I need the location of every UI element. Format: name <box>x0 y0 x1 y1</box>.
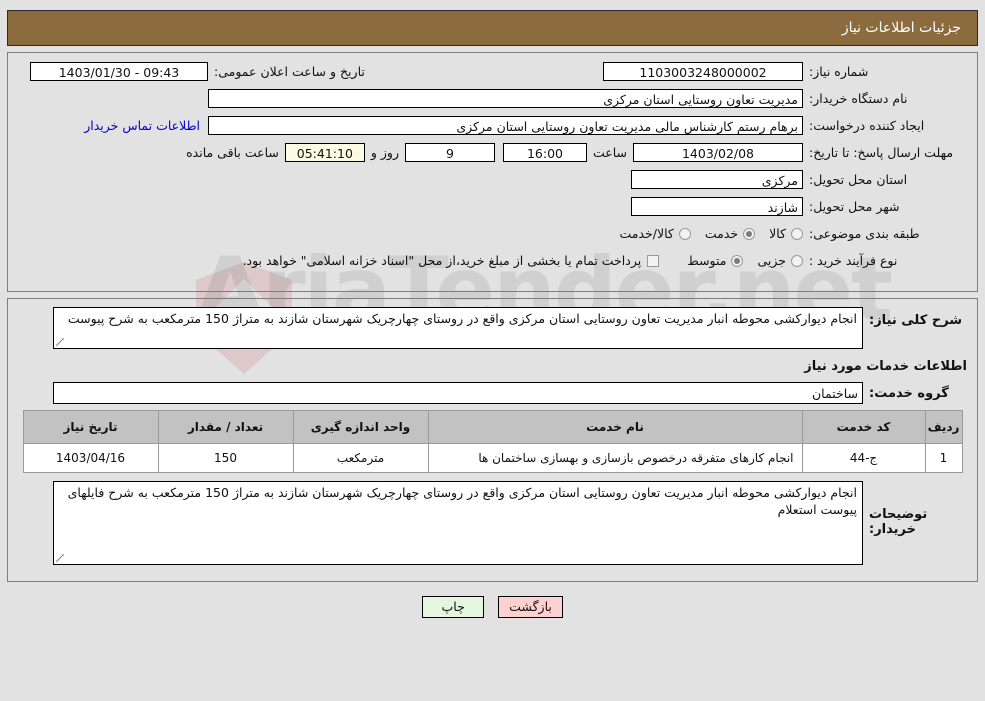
service-group-label: گروه خدمت: <box>869 385 949 401</box>
city-label: شهر محل تحویل: <box>809 199 900 214</box>
col-unit: واحد اندازه گیری <box>292 410 429 444</box>
days-and-label: روز و <box>370 145 399 160</box>
treasury-note-text: پرداخت تمام یا بخشی از مبلغ خرید،از محل … <box>242 253 642 268</box>
category-option-label: خدمت <box>704 226 739 241</box>
action-button-bar: بازگشت چاپ <box>0 596 985 618</box>
page-root: جزئیات اطلاعات نیاز شماره نیاز: 11030032… <box>0 10 985 618</box>
purchase-type-option-label: متوسط <box>687 253 727 268</box>
creator-label: ایجاد کننده درخواست: <box>809 118 925 133</box>
purchase-type-option-jozee[interactable]: جزیی <box>757 253 803 268</box>
service-group-value: ساختمان <box>53 382 863 404</box>
public-announce-label: تاریخ و ساعت اعلان عمومی: <box>214 64 365 79</box>
radio-icon[interactable] <box>791 227 803 240</box>
col-index: ردیف <box>924 410 963 444</box>
need-number-value: 1103003248000002 <box>603 62 803 81</box>
need-info-panel: شماره نیاز: 1103003248000002 تاریخ و ساع… <box>7 52 978 292</box>
services-table: ردیف کد خدمت نام خدمت واحد اندازه گیری ت… <box>22 410 963 473</box>
creator-value: برهام رستم کارشناس مالی مدیریت تعاون روس… <box>208 116 803 135</box>
services-section-title: اطلاعات خدمات مورد نیاز <box>804 359 967 374</box>
page-header: جزئیات اطلاعات نیاز <box>7 10 978 46</box>
row-creator: ایجاد کننده درخواست: برهام رستم کارشناس … <box>18 115 967 136</box>
row-buyer-notes: توضیحات خریدار: انجام دیوارکشی محوطه انب… <box>18 481 967 565</box>
public-announce-value: 1403/01/30 - 09:43 <box>30 62 208 81</box>
page-title: جزئیات اطلاعات نیاز <box>841 20 961 36</box>
purchase-type-radio-group: جزیی متوسط <box>673 253 803 268</box>
countdown-timer: 05:41:10 <box>284 143 365 162</box>
col-quantity: تعداد / مقدار <box>157 410 294 444</box>
category-label: طبقه بندی موضوعی: <box>809 226 920 241</box>
province-value: مرکزی <box>631 170 803 189</box>
row-deadline: مهلت ارسال پاسخ: تا تاریخ: 1403/02/08 سا… <box>18 142 967 163</box>
cell-unit: مترمکعب <box>292 443 429 473</box>
row-province: استان محل تحویل: مرکزی <box>18 169 967 190</box>
row-city: شهر محل تحویل: شازند <box>18 196 967 217</box>
deadline-label: مهلت ارسال پاسخ: تا تاریخ: <box>809 144 954 160</box>
buyer-org-value: مدیریت تعاون روستایی استان مرکزی <box>208 89 803 108</box>
remaining-days-value: 9 <box>404 143 495 162</box>
need-details-panel: شرح کلی نیاز: انجام دیوارکشی محوطه انبار… <box>7 298 978 582</box>
cell-name: انجام کارهای متفرقه درخصوص بازسازی و بهس… <box>427 443 803 473</box>
col-name: نام خدمت <box>427 410 803 444</box>
purchase-type-label: نوع فرآیند خرید : <box>809 253 898 268</box>
city-value: شازند <box>631 197 803 216</box>
purchase-type-option-motavasset[interactable]: متوسط <box>687 253 744 268</box>
category-option-kala[interactable]: کالا <box>769 226 803 241</box>
category-option-label: کالا <box>769 226 786 241</box>
deadline-hour-label: ساعت <box>592 145 627 160</box>
table-row: 1 ج-44 انجام کارهای متفرقه درخصوص بازساز… <box>22 443 963 473</box>
need-number-label: شماره نیاز: <box>809 64 869 79</box>
buyer-notes-textarea[interactable]: انجام دیوارکشی محوطه انبار مدیریت تعاون … <box>53 481 863 565</box>
cell-need-date: 1403/04/16 <box>22 443 159 473</box>
deadline-hour-value: 16:00 <box>502 143 587 162</box>
buyer-notes-label: توضیحات خریدار: <box>869 507 928 537</box>
row-buyer-org: نام دستگاه خریدار: مدیریت تعاون روستایی … <box>18 88 967 109</box>
deadline-date-value: 1403/02/08 <box>633 143 803 162</box>
row-category: طبقه بندی موضوعی: کالا خدمت کالا/خدمت <box>18 223 967 244</box>
category-radio-group: کالا خدمت کالا/خدمت <box>605 226 803 241</box>
category-option-khedmat[interactable]: خدمت <box>704 226 756 241</box>
radio-icon[interactable] <box>678 227 691 240</box>
need-summary-label: شرح کلی نیاز: <box>869 313 963 328</box>
print-button[interactable]: چاپ <box>422 596 485 618</box>
need-summary-textarea[interactable]: انجام دیوارکشی محوطه انبار مدیریت تعاون … <box>53 307 863 349</box>
category-option-label: کالا/خدمت <box>619 226 674 241</box>
buyer-contact-link[interactable]: اطلاعات تماس خریدار <box>84 118 200 133</box>
radio-icon[interactable] <box>791 254 803 267</box>
col-date: تاریخ نیاز <box>22 410 159 444</box>
row-need-number: شماره نیاز: 1103003248000002 تاریخ و ساع… <box>18 61 967 82</box>
radio-icon-selected[interactable] <box>731 254 744 267</box>
cell-code: ج-44 <box>801 443 926 473</box>
cell-quantity: 150 <box>157 443 294 473</box>
treasury-checkbox[interactable] <box>647 254 660 267</box>
row-service-group: گروه خدمت: ساختمان <box>18 382 967 404</box>
category-option-kala-khedmat[interactable]: کالا/خدمت <box>619 226 691 241</box>
buyer-org-label: نام دستگاه خریدار: <box>809 91 908 106</box>
radio-icon-selected[interactable] <box>743 227 756 240</box>
col-code: کد خدمت <box>801 410 926 444</box>
remaining-hours-label: ساعت باقی مانده <box>186 145 279 160</box>
purchase-type-option-label: جزیی <box>757 253 786 268</box>
cell-index: 1 <box>924 443 963 473</box>
row-purchase-type: نوع فرآیند خرید : جزیی متوسط پرداخت تمام… <box>18 250 967 271</box>
table-header-row: ردیف کد خدمت نام خدمت واحد اندازه گیری ت… <box>22 410 963 444</box>
province-label: استان محل تحویل: <box>809 172 908 187</box>
row-need-summary: شرح کلی نیاز: انجام دیوارکشی محوطه انبار… <box>18 307 967 349</box>
back-button[interactable]: بازگشت <box>498 596 563 618</box>
